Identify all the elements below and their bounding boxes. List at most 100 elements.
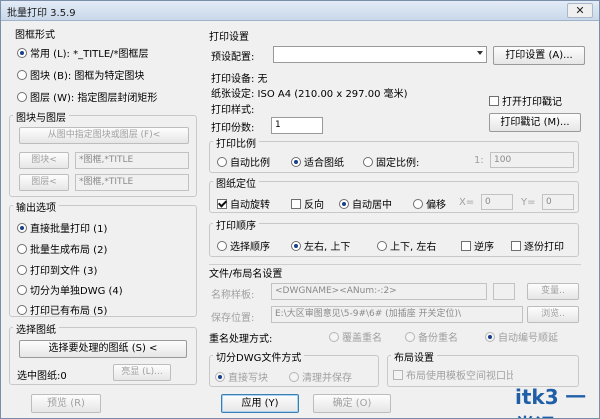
order-selection-radio[interactable]: 选择顺序 bbox=[217, 238, 270, 253]
ok-button[interactable]: 确定 (O) bbox=[313, 394, 391, 413]
layer-names-field[interactable]: *图框,*TITLE bbox=[75, 174, 189, 191]
print-order-label: 打印顺序 bbox=[213, 217, 259, 232]
output-split-dwg-radio[interactable]: 切分为单独DWG (4) bbox=[17, 282, 123, 297]
block-layer-label: 图块与图层 bbox=[13, 109, 69, 124]
radio-dot-icon bbox=[217, 241, 227, 251]
output-create-layouts-radio[interactable]: 批量生成布局 (2) bbox=[17, 241, 107, 256]
layer-pick-button[interactable]: 图层< bbox=[19, 174, 69, 191]
overwrite-duplicate-radio[interactable]: 覆盖重名 bbox=[329, 329, 382, 344]
paper-size-label: 纸张设定: ISO A4 (210.00 x 297.00 毫米) bbox=[211, 89, 408, 100]
radio-dot-icon bbox=[17, 223, 27, 233]
print-device-label: 打印设备: 无 bbox=[211, 74, 268, 85]
block-pick-button[interactable]: 图块< bbox=[19, 152, 69, 169]
frame-type-layer-radio[interactable]: 图层 (W): 指定图层封闭矩形 bbox=[17, 89, 157, 104]
radio-dot-icon bbox=[363, 157, 373, 167]
radio-dot-icon bbox=[17, 48, 27, 58]
output-print-layouts-radio[interactable]: 打印已有布局 (5) bbox=[17, 302, 107, 317]
save-location-label: 保存位置: bbox=[211, 313, 255, 324]
auto-center-radio[interactable]: 自动居中 bbox=[339, 196, 392, 211]
output-options-label: 输出选项 bbox=[13, 199, 59, 214]
radio-dot-icon bbox=[215, 372, 225, 382]
radio-dot-icon bbox=[289, 372, 299, 382]
radio-dot-icon bbox=[17, 305, 27, 315]
highlight-button[interactable]: 亮显 (L)... bbox=[113, 364, 171, 381]
radio-dot-icon bbox=[17, 70, 27, 80]
print-style-label: 打印样式: bbox=[211, 105, 255, 116]
output-print-to-file-radio[interactable]: 打印到文件 (3) bbox=[17, 262, 97, 277]
layout-template-checkbox[interactable]: 布局使用模板空间视口比例 bbox=[393, 367, 513, 382]
frame-type-common-radio[interactable]: 常用 (L): *_TITLE/*图框层 bbox=[17, 45, 149, 60]
offset-x-label: X= bbox=[459, 197, 475, 208]
offset-radio[interactable]: 偏移 bbox=[413, 196, 446, 211]
reverse-checkbox[interactable]: 反向 bbox=[291, 196, 324, 211]
auto-rotate-checkbox[interactable]: 自动旋转 bbox=[217, 196, 270, 211]
frame-type-label: 图框形式 bbox=[15, 30, 55, 41]
preview-button[interactable]: 预览 (R) bbox=[31, 394, 101, 413]
copies-input[interactable]: 1 bbox=[271, 117, 323, 134]
write-block-radio[interactable]: 直接写块 bbox=[215, 369, 268, 384]
name-template-input[interactable]: <DWGNAME><ANum:-:2> bbox=[271, 283, 487, 300]
radio-dot-icon bbox=[405, 332, 415, 342]
radio-dot-icon bbox=[217, 157, 227, 167]
checkmark-icon bbox=[217, 199, 227, 209]
print-settings-label: 打印设置 bbox=[209, 32, 249, 43]
scale-fixed-radio[interactable]: 固定比例: bbox=[363, 154, 419, 169]
collate-checkbox[interactable]: 逐份打印 bbox=[511, 238, 564, 253]
radio-dot-icon bbox=[291, 241, 301, 251]
preset-label: 预设配置: bbox=[211, 52, 255, 63]
print-scale-label: 打印比例 bbox=[213, 135, 259, 150]
checkbox-icon bbox=[489, 96, 499, 106]
save-location-input[interactable]: E:\大区审图意见\5-9#\6# (加插座 开关定位)\ bbox=[271, 306, 523, 323]
radio-dot-icon bbox=[291, 157, 301, 167]
open-print-stamp-checkbox[interactable]: 打开打印戳记 bbox=[489, 93, 562, 108]
select-sheets-button[interactable]: 选择要处理的图纸 (S) < bbox=[19, 340, 187, 358]
reverse-order-checkbox[interactable]: 逆序 bbox=[461, 238, 494, 253]
frame-type-block-radio[interactable]: 图块 (B): 图框为特定图块 bbox=[17, 67, 144, 82]
backup-duplicate-radio[interactable]: 备份重名 bbox=[405, 329, 458, 344]
copies-label: 打印份数: bbox=[211, 123, 255, 134]
checkbox-icon bbox=[291, 199, 301, 209]
output-direct-print-radio[interactable]: 直接批量打印 (1) bbox=[17, 220, 107, 235]
select-sheets-label: 选择图纸 bbox=[13, 321, 59, 336]
name-template-preview-box bbox=[493, 283, 515, 300]
checkbox-icon bbox=[461, 241, 471, 251]
apply-button[interactable]: 应用 (Y) bbox=[221, 394, 299, 413]
order-left-right-radio[interactable]: 左右, 上下 bbox=[291, 238, 350, 253]
browse-button[interactable]: 浏览.. bbox=[527, 306, 579, 323]
pick-block-or-layer-button[interactable]: 从图中指定图块或图层 (F)< bbox=[19, 127, 189, 144]
variables-button[interactable]: 变量.. bbox=[527, 283, 579, 300]
chevron-down-icon bbox=[477, 51, 483, 55]
radio-dot-icon bbox=[329, 332, 339, 342]
layout-settings-label: 布局设置 bbox=[391, 349, 437, 364]
scale-ratio-prefix: 1: bbox=[474, 155, 484, 166]
order-top-bottom-radio[interactable]: 上下, 左右 bbox=[377, 238, 436, 253]
print-settings-button[interactable]: 打印设置 (A)... bbox=[493, 46, 585, 65]
batch-print-dialog: 批量打印 3.5.9 ✕ 图框形式 常用 (L): *_TITLE/*图框层 图… bbox=[0, 0, 600, 419]
site-watermark-logo: itk3 一堂课 bbox=[515, 385, 586, 418]
radio-dot-icon bbox=[17, 265, 27, 275]
scale-fit-paper-radio[interactable]: 适合图纸 bbox=[291, 154, 344, 169]
duplicate-handling-label: 重名处理方式: bbox=[209, 334, 273, 345]
preset-select[interactable] bbox=[273, 46, 487, 63]
radio-dot-icon bbox=[17, 285, 27, 295]
offset-x-input[interactable]: 0 bbox=[481, 194, 513, 210]
name-template-label: 名称样板: bbox=[211, 290, 255, 301]
purge-save-radio[interactable]: 清理并保存 bbox=[289, 369, 352, 384]
radio-dot-icon bbox=[413, 199, 423, 209]
close-button[interactable]: ✕ bbox=[567, 3, 593, 18]
block-names-field[interactable]: *图框,*TITLE bbox=[75, 152, 189, 169]
sheet-position-label: 图纸定位 bbox=[213, 175, 259, 190]
radio-dot-icon bbox=[17, 244, 27, 254]
scale-auto-radio[interactable]: 自动比例 bbox=[217, 154, 270, 169]
offset-y-label: Y= bbox=[521, 197, 536, 208]
checkbox-icon bbox=[393, 370, 403, 380]
file-layout-label: 文件/布局名设置 bbox=[209, 269, 283, 280]
window-title: 批量打印 3.5.9 bbox=[7, 8, 76, 19]
auto-number-radio[interactable]: 自动编号顺延 bbox=[485, 329, 558, 344]
print-stamp-button[interactable]: 打印戳记 (M)... bbox=[489, 113, 581, 132]
split-dwg-label: 切分DWG文件方式 bbox=[213, 349, 305, 364]
scale-ratio-input[interactable]: 100 bbox=[490, 152, 574, 168]
radio-dot-icon bbox=[485, 332, 495, 342]
offset-y-input[interactable]: 0 bbox=[542, 194, 574, 210]
radio-dot-icon bbox=[17, 92, 27, 102]
